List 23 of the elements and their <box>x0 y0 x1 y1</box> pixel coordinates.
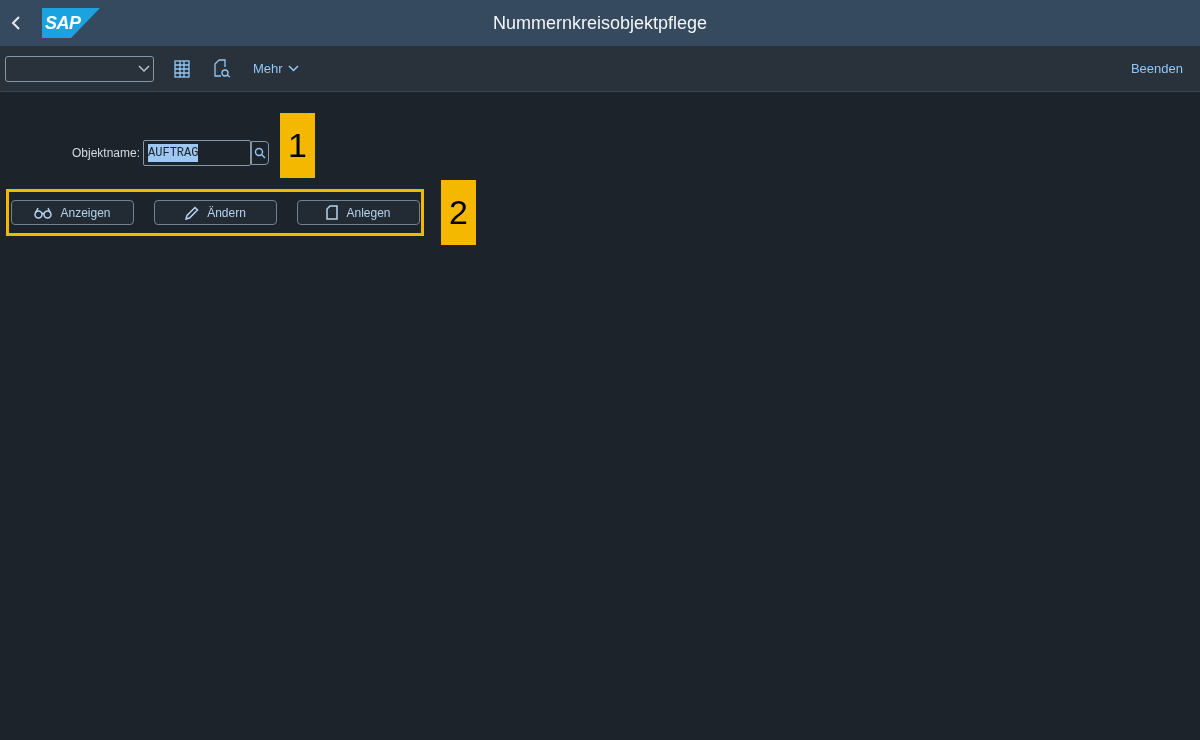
exit-button[interactable]: Beenden <box>1130 58 1183 79</box>
object-name-field[interactable]: AUFTRAG <box>143 140 252 166</box>
table-icon[interactable] <box>174 59 190 78</box>
sap-logo: SAP <box>42 8 100 38</box>
dropdown-field[interactable] <box>5 55 154 82</box>
chevron-down-icon <box>287 65 299 72</box>
action-button[interactable]: Ändern <box>154 200 277 225</box>
glasses-icon <box>34 206 53 219</box>
window-title: Nummernkreisobjektpflege <box>492 11 708 35</box>
chevron-down-icon <box>138 64 150 73</box>
field-value: AUFTRAG <box>148 144 199 162</box>
annotation-marker: 1 <box>280 113 315 178</box>
search-icon <box>254 147 267 159</box>
annotation-marker: 2 <box>441 180 476 245</box>
back-icon[interactable] <box>11 15 21 31</box>
document-search-icon[interactable] <box>214 59 232 78</box>
document-icon <box>326 205 339 220</box>
action-button[interactable]: Anzeigen <box>11 200 134 225</box>
more-menu-button[interactable]: Mehr <box>253 58 299 79</box>
action-button[interactable]: Anlegen <box>297 200 420 225</box>
pencil-icon <box>185 205 200 220</box>
value-help-button[interactable] <box>251 141 270 165</box>
field-label: Objektname: <box>72 145 141 162</box>
